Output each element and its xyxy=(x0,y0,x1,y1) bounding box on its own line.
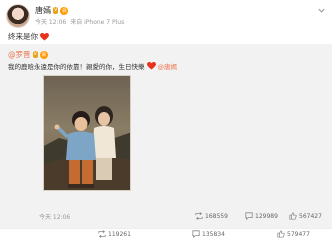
like-count[interactable]: 567427 xyxy=(289,212,322,220)
weibo-post: 唐嫣 V 会 今天 12:06 来自 iPhone 7 Plus 终来是你 @罗… xyxy=(0,0,332,240)
post-time: 今天 12:06 xyxy=(35,19,67,26)
comment-icon xyxy=(192,230,200,238)
comment-icon xyxy=(245,212,253,220)
comment-count-value: 129989 xyxy=(255,212,278,220)
repost-icon xyxy=(98,230,106,238)
post-meta: 今天 12:06 来自 iPhone 7 Plus xyxy=(35,17,124,26)
photo-image xyxy=(44,76,130,190)
like-button-count: 579477 xyxy=(287,230,310,238)
mention-link[interactable]: @唐嫣 xyxy=(158,61,178,71)
repost-author-name[interactable]: @罗晋 xyxy=(8,49,31,60)
repost-timestamp: 今天 12:06 xyxy=(39,214,71,221)
childhood-photo[interactable] xyxy=(43,75,131,191)
repost-footer: 今天 12:06 168559 129989 567427 xyxy=(0,208,332,228)
post-source: 来自 iPhone 7 Plus xyxy=(70,19,125,26)
post-action-bar: 119261 135834 579477 xyxy=(0,228,332,240)
avatar[interactable] xyxy=(6,4,30,28)
repost-text: 我的鹿晗永遠是你的依靠！親愛的你，生日快樂 @唐嫣 xyxy=(8,61,177,71)
repost-button-count: 119261 xyxy=(108,230,131,238)
thumbs-up-icon xyxy=(277,230,285,238)
like-count-value: 567427 xyxy=(299,212,322,220)
chevron-down-icon[interactable] xyxy=(317,6,326,15)
post-author: 唐嫣 V 会 xyxy=(35,5,69,16)
comment-count[interactable]: 129989 xyxy=(245,212,278,220)
author-name[interactable]: 唐嫣 xyxy=(35,5,51,16)
repost-button[interactable]: 119261 xyxy=(98,230,131,238)
repost-text-content: 我的鹿晗永遠是你的依靠！親愛的你，生日快樂 xyxy=(8,63,145,71)
heart-emoji-icon xyxy=(146,62,156,70)
post-text-content: 终来是你 xyxy=(8,32,38,41)
repost-count[interactable]: 168559 xyxy=(195,212,228,220)
member-badge: 会 xyxy=(39,50,48,59)
thumbs-up-icon xyxy=(289,212,297,220)
repost-icon xyxy=(195,212,203,220)
reposted-card[interactable]: @罗晋 V 会 我的鹿晗永遠是你的依靠！親愛的你，生日快樂 @唐嫣 今天 12:… xyxy=(0,44,332,228)
comment-button-count: 135834 xyxy=(202,230,225,238)
repost-count-value: 168559 xyxy=(205,212,228,220)
heart-emoji-icon xyxy=(40,32,49,41)
repost-author: @罗晋 V 会 xyxy=(8,49,48,60)
comment-button[interactable]: 135834 xyxy=(192,230,225,238)
member-badge: 会 xyxy=(60,6,69,15)
post-text: 终来是你 xyxy=(8,31,49,42)
like-button[interactable]: 579477 xyxy=(277,230,310,238)
vip-badge: V xyxy=(53,7,59,14)
vip-badge: V xyxy=(32,51,38,58)
